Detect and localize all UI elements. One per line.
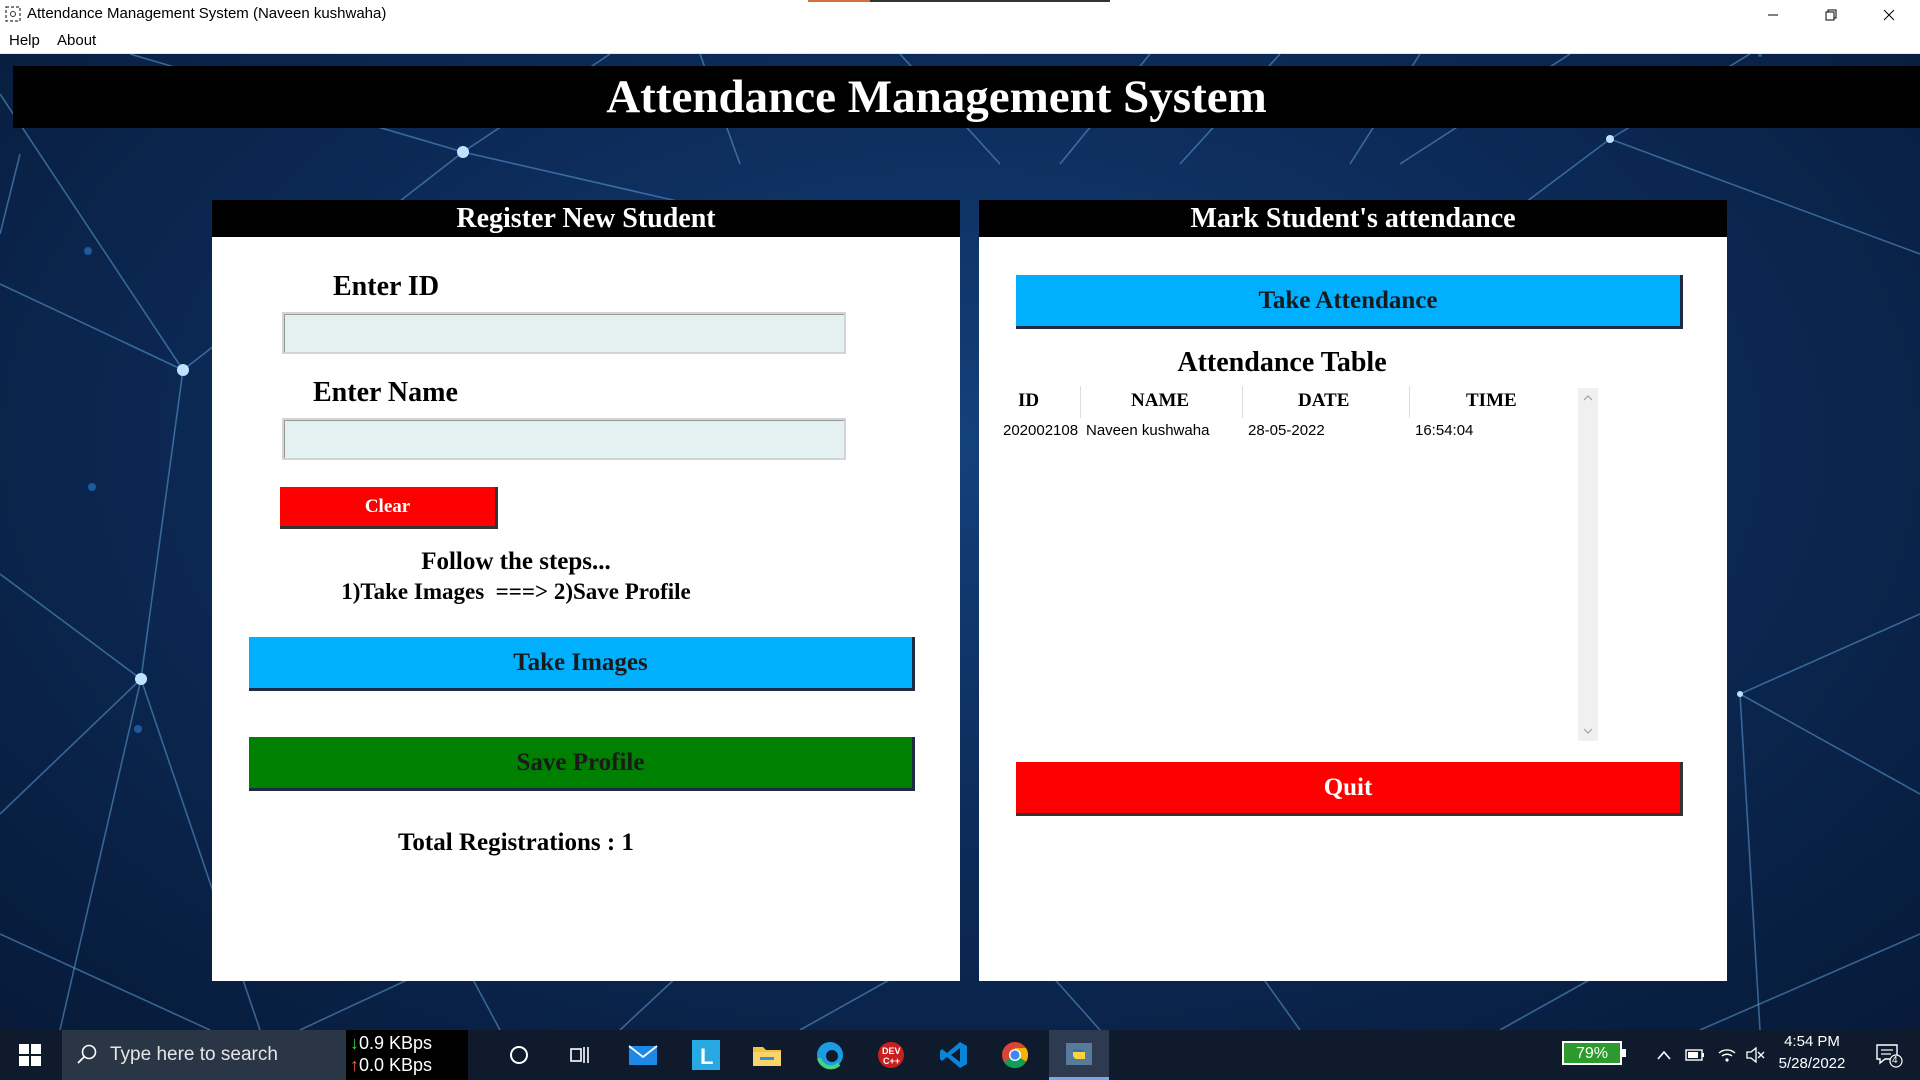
wifi-button[interactable] (1714, 1030, 1740, 1080)
cell-date: 28-05-2022 (1248, 422, 1325, 439)
svg-text:C++: C++ (883, 1056, 900, 1066)
svg-text:DEV: DEV (882, 1046, 901, 1056)
notification-icon (1876, 1044, 1903, 1068)
file-explorer-icon (753, 1047, 781, 1066)
column-separator (1242, 386, 1243, 418)
name-label: Enter Name (313, 377, 458, 408)
col-name-header[interactable]: NAME (1131, 390, 1189, 412)
cortana-button[interactable] (494, 1030, 544, 1080)
menu-bar: Help About (0, 29, 1920, 54)
col-date-header[interactable]: DATE (1298, 390, 1349, 412)
task-view-icon (570, 1047, 589, 1063)
chrome-app[interactable] (990, 1030, 1040, 1080)
search-placeholder: Type here to search (110, 1044, 278, 1065)
steps-title: Follow the steps... (421, 548, 611, 575)
battery-tray-button[interactable] (1682, 1030, 1708, 1080)
col-time-header[interactable]: TIME (1466, 390, 1517, 412)
vscode-app[interactable] (929, 1030, 979, 1080)
cell-time: 16:54:04 (1415, 422, 1474, 439)
cortana-icon (510, 1046, 528, 1064)
python-icon (1066, 1042, 1092, 1065)
steps-text: 1)Take Images ===> 2)Save Profile (341, 579, 691, 604)
l-app[interactable]: L (681, 1030, 731, 1080)
app-header: Attendance Management System (13, 66, 1920, 128)
attendance-panel-heading: Mark Student's attendance (979, 200, 1727, 237)
column-separator (1080, 386, 1081, 418)
cell-name: Naveen kushwaha (1086, 422, 1210, 439)
edge-icon (817, 1042, 843, 1070)
column-separator (1409, 386, 1410, 418)
table-scrollbar[interactable] (1578, 388, 1598, 741)
net-up: 0.0 KBps (359, 1055, 433, 1075)
devcpp-app[interactable]: DEV C++ (866, 1030, 916, 1080)
taskbar-search[interactable]: Type here to search (62, 1030, 346, 1080)
start-button[interactable] (0, 1030, 60, 1080)
net-down-row: ↓0.9 KBps (350, 1033, 432, 1054)
battery-indicator[interactable]: 79% (1562, 1041, 1626, 1065)
restore-icon (1825, 9, 1837, 20)
id-input[interactable] (282, 312, 846, 354)
scroll-arrows-icon (1583, 395, 1593, 734)
battery-icon (1685, 1049, 1704, 1061)
python-app-active[interactable] (1049, 1030, 1109, 1080)
devcpp-icon: DEVC++ (878, 1042, 904, 1068)
app-header-title: Attendance Management System (606, 71, 1267, 123)
volume-muted-icon (1746, 1047, 1765, 1063)
close-button[interactable] (1860, 0, 1918, 29)
clock-date[interactable]: 5/28/2022 (1772, 1055, 1852, 1072)
attendance-table-title: Attendance Table (1177, 347, 1387, 378)
up-arrow-icon: ↑ (350, 1055, 359, 1075)
quit-button[interactable]: Quit (1016, 762, 1683, 816)
volume-button[interactable] (1742, 1030, 1768, 1080)
menu-help[interactable]: Help (9, 32, 40, 49)
notification-count: 4 (1892, 1055, 1898, 1066)
network-speed-widget: ↓0.9 KBps ↑0.0 KBps (346, 1030, 468, 1080)
take-attendance-button[interactable]: Take Attendance (1016, 275, 1683, 329)
menu-about[interactable]: About (57, 32, 96, 49)
battery-tip (1622, 1049, 1626, 1057)
chevron-up-icon (1657, 1050, 1671, 1060)
register-panel-heading: Register New Student (212, 200, 960, 237)
minimize-icon (1768, 14, 1778, 15)
mail-icon (628, 1045, 658, 1065)
net-up-row: ↑0.0 KBps (350, 1055, 432, 1076)
mail-app[interactable] (618, 1030, 668, 1080)
taskbar: Type here to search ↓0.9 KBps ↑0.0 KBps … (0, 1030, 1920, 1080)
close-icon (1883, 9, 1895, 20)
edge-app[interactable] (805, 1030, 855, 1080)
battery-percent: 79% (1575, 1045, 1609, 1062)
show-hidden-icons-button[interactable] (1652, 1030, 1676, 1080)
window-title: Attendance Management System (Naveen kus… (27, 5, 387, 22)
windows-start-icon (19, 1044, 41, 1066)
id-label: Enter ID (333, 271, 440, 302)
vscode-icon (940, 1042, 967, 1068)
total-registrations: Total Registrations : 1 (398, 829, 634, 856)
svg-text:L: L (700, 1044, 713, 1069)
clock-time[interactable]: 4:54 PM (1772, 1033, 1852, 1050)
net-down: 0.9 KBps (359, 1033, 433, 1053)
wifi-icon (1718, 1049, 1736, 1062)
notification-center-button[interactable]: 4 (1864, 1030, 1914, 1080)
task-view-button[interactable] (555, 1030, 605, 1080)
col-id-header[interactable]: ID (1018, 390, 1039, 412)
minimize-button[interactable] (1744, 0, 1802, 29)
l-app-icon: L (692, 1040, 720, 1070)
file-explorer-app[interactable] (742, 1030, 792, 1080)
cell-id: 202002108 (1003, 422, 1079, 439)
app-icon (5, 6, 21, 22)
name-input[interactable] (282, 418, 846, 460)
search-icon (77, 1044, 97, 1064)
down-arrow-icon: ↓ (350, 1033, 359, 1053)
title-accent (808, 0, 1110, 2)
title-bar: Attendance Management System (Naveen kus… (0, 0, 1920, 29)
restore-button[interactable] (1802, 0, 1860, 29)
chrome-icon (1002, 1042, 1029, 1069)
clear-button[interactable]: Clear (280, 487, 498, 529)
save-profile-button[interactable]: Save Profile (249, 737, 915, 791)
take-images-button[interactable]: Take Images (249, 637, 915, 691)
